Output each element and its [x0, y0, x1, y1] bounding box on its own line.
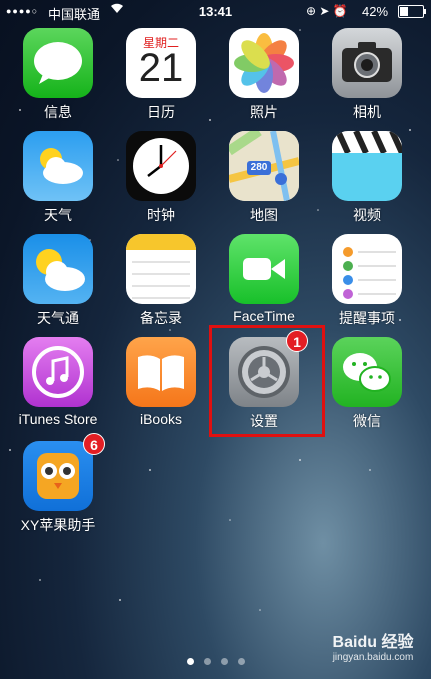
app-label: 提醒事项: [339, 310, 395, 326]
app-label: FaceTime: [233, 308, 295, 324]
battery-percent: 42%: [362, 4, 389, 19]
app-label: 天气通: [37, 310, 79, 326]
app-label: iTunes Store: [18, 411, 98, 427]
xy-notification-badge: 6: [83, 433, 105, 455]
ibooks-icon[interactable]: [126, 337, 196, 407]
app-label: 地图: [250, 207, 278, 223]
calendar-day: 21: [138, 46, 184, 90]
wechat-icon[interactable]: [332, 337, 402, 407]
wifi-icon: [110, 2, 124, 17]
signal-strength-icon: ●●●●○: [6, 6, 39, 16]
app-label: 微信: [353, 413, 381, 429]
weather-icon[interactable]: [23, 131, 93, 201]
app-label: XY苹果助手: [20, 517, 96, 533]
status-bar: ●●●●○ 中国联通 13:41 ⊕ ➤ ⏰ 42%: [0, 0, 431, 22]
app-label: 照片: [250, 104, 278, 120]
camera-icon[interactable]: [332, 28, 402, 98]
page-dot[interactable]: [186, 658, 194, 665]
maps-icon[interactable]: 280: [229, 131, 299, 201]
location-icon: ➤: [319, 4, 330, 18]
app-label: 信息: [44, 104, 72, 120]
watermark-url: jingyan.baidu.com: [332, 652, 414, 663]
alarm-icon: ⏰: [332, 4, 348, 18]
clock-icon[interactable]: [126, 131, 196, 201]
carrier-name: 中国联通: [48, 7, 101, 22]
itunes-icon[interactable]: [23, 337, 93, 407]
watermark-brand: Baidu 经验: [332, 634, 414, 651]
app-label: iBooks: [139, 411, 183, 427]
reminders-icon[interactable]: [332, 234, 402, 304]
app-label: 相机: [353, 104, 381, 120]
status-icons: ⊕ ➤ ⏰: [306, 4, 348, 18]
app-label: 天气: [44, 207, 72, 223]
facetime-icon[interactable]: [229, 234, 299, 304]
rotation-lock-icon: ⊕: [306, 4, 317, 18]
app-label: 视频: [353, 207, 381, 223]
page-dot[interactable]: [237, 658, 245, 665]
baidu-watermark: Baidu 经验 jingyan.baidu.com: [318, 628, 428, 663]
messages-icon[interactable]: [23, 28, 93, 98]
notes-icon[interactable]: [126, 234, 196, 304]
photos-icon[interactable]: [229, 28, 299, 98]
page-dot[interactable]: [203, 658, 211, 665]
videos-icon[interactable]: [332, 131, 402, 201]
page-dot[interactable]: [220, 658, 228, 665]
tianqitong-icon[interactable]: [23, 234, 93, 304]
app-label: 时钟: [147, 207, 175, 223]
app-label: 日历: [147, 104, 175, 120]
app-label: 备忘录: [140, 310, 182, 326]
battery-icon: [398, 5, 426, 18]
settings-highlight-box: [209, 325, 325, 437]
status-time: 13:41: [198, 4, 233, 19]
calendar-icon[interactable]: 星期二 21: [126, 28, 196, 98]
xy-assistant-icon[interactable]: [23, 441, 93, 511]
maps-route-shield: 280: [250, 162, 268, 173]
